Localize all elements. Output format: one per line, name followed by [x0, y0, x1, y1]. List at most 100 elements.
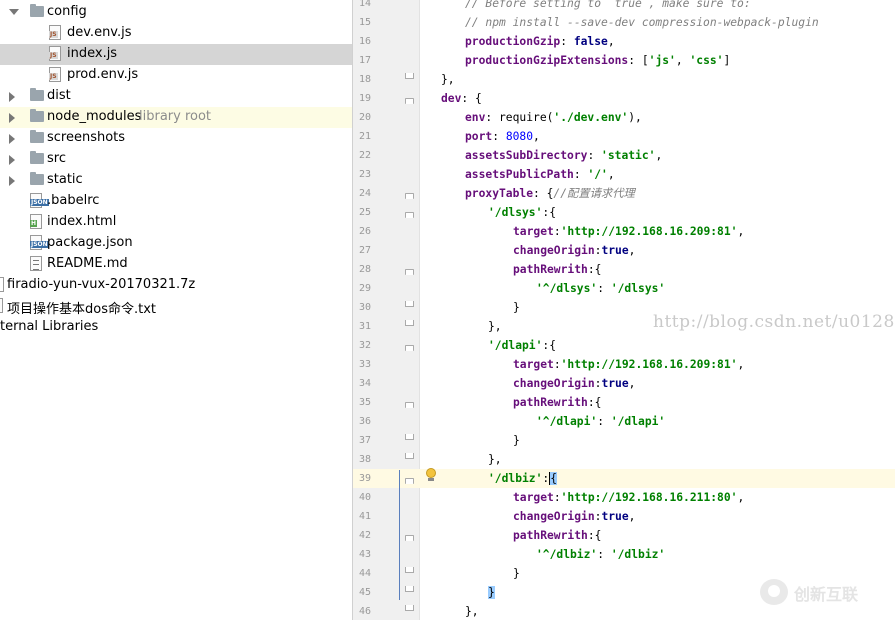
chevron-right-icon[interactable]	[9, 113, 15, 123]
js-file-icon: JS	[49, 25, 61, 40]
tree-item-firadio-yun-vux-20170321-7z[interactable]: firadio-yun-vux-20170321.7z	[0, 275, 352, 296]
tree-item-config[interactable]: config	[0, 2, 352, 23]
tree-item-index-js[interactable]: JS index.js	[0, 44, 352, 65]
fold-marker-icon[interactable]	[405, 453, 414, 459]
tree-item-label: screenshots	[47, 130, 126, 145]
md-file-icon	[30, 256, 42, 271]
line-number: 39	[353, 469, 371, 488]
chevron-right-icon[interactable]	[9, 134, 15, 144]
tree-item-static[interactable]: static	[0, 170, 352, 191]
code-text: // Before setting to `true`, make sure t…	[465, 0, 751, 10]
tree-item-label: dev.env.js	[67, 25, 132, 40]
code-line[interactable]: 43 '^/dlbiz': '/dlbiz'	[353, 545, 895, 564]
code-line[interactable]: 22 assetsSubDirectory: 'static',	[353, 146, 895, 165]
code-text: pathRewrith:{	[513, 396, 602, 409]
brand-logo-text: 创新互联	[794, 585, 859, 604]
code-line[interactable]: 38},	[353, 450, 895, 469]
txt-file-icon	[0, 298, 3, 313]
tree-item-label: package.json	[47, 235, 133, 250]
fold-marker-icon[interactable]	[405, 320, 414, 326]
fold-marker-icon[interactable]	[405, 478, 414, 484]
tree-item-package-json[interactable]: JSON package.json	[0, 233, 352, 254]
tree-item-index-html[interactable]: Hindex.html	[0, 212, 352, 233]
tree-item-prod-env-js[interactable]: JS prod.env.js	[0, 65, 352, 86]
code-line[interactable]: 20 env: require('./dev.env'),	[353, 108, 895, 127]
library-root-label: library root	[139, 109, 212, 124]
code-line[interactable]: 42 pathRewrith:{	[353, 526, 895, 545]
code-line[interactable]: 18},	[353, 70, 895, 89]
json-file-tag: JSON	[30, 199, 49, 206]
code-line[interactable]: 24 proxyTable: {//配置请求代理	[353, 184, 895, 203]
tree-item-dist[interactable]: dist	[0, 86, 352, 107]
code-line[interactable]: 15 // npm install --save-dev compression-…	[353, 13, 895, 32]
html-file-icon: H	[30, 214, 42, 229]
tree-item-screenshots[interactable]: screenshots	[0, 128, 352, 149]
tree-item-dos-txt[interactable]: 项目操作基本dos命令.txt	[0, 296, 352, 317]
code-line[interactable]: 14 // Before setting to `true`, make sure…	[353, 0, 895, 13]
code-text: },	[488, 453, 502, 466]
html-file-tag: H	[30, 220, 38, 227]
line-number: 20	[358, 112, 371, 123]
watermark-text: http://blog.csdn.net/u012878818	[653, 312, 895, 332]
fold-marker-icon[interactable]	[405, 586, 414, 592]
fold-marker-icon[interactable]	[405, 98, 414, 104]
fold-marker-icon[interactable]	[405, 402, 414, 408]
code-line[interactable]: 35 pathRewrith:{	[353, 393, 895, 412]
line-number: 16	[358, 36, 371, 47]
tree-item-readme-md[interactable]: README.md	[0, 254, 352, 275]
fold-marker-icon[interactable]	[405, 269, 414, 275]
code-text: '^/dlbiz': '/dlbiz'	[536, 548, 666, 561]
fold-marker-icon[interactable]	[405, 434, 414, 440]
tree-item-dev-env-js[interactable]: JS dev.env.js	[0, 23, 352, 44]
code-line[interactable]: 26 target:'http://192.168.16.209:81',	[353, 222, 895, 241]
code-line[interactable]: 19 dev: {	[353, 89, 895, 108]
code-line[interactable]: 25 '/dlsys':{	[353, 203, 895, 222]
js-file-icon: JS	[49, 67, 61, 82]
code-line[interactable]: 36 '^/dlapi': '/dlapi'	[353, 412, 895, 431]
fold-marker-icon[interactable]	[405, 605, 414, 611]
fold-marker-icon[interactable]	[405, 301, 414, 307]
code-text: productionGzip: false,	[465, 35, 615, 48]
code-text: }	[513, 301, 520, 314]
fold-marker-icon[interactable]	[405, 535, 414, 541]
code-line[interactable]: 17 productionGzipExtensions: ['js', 'css'…	[353, 51, 895, 70]
line-number: 37	[358, 435, 371, 446]
chevron-right-icon[interactable]	[9, 92, 15, 102]
lightbulb-icon[interactable]	[425, 468, 437, 482]
code-text: '/dlbiz':{	[488, 472, 558, 485]
tree-item-label: static	[47, 172, 83, 187]
fold-marker-icon[interactable]	[405, 73, 414, 79]
chevron-right-icon[interactable]	[9, 176, 15, 186]
tree-item-node-modules[interactable]: node_modules library root	[0, 107, 352, 128]
tree-item-src[interactable]: src	[0, 149, 352, 170]
tree-item-babelrc[interactable]: JSON .babelrc	[0, 191, 352, 212]
fold-marker-icon[interactable]	[405, 345, 414, 351]
chevron-down-icon[interactable]	[9, 9, 19, 15]
tree-item-label: prod.env.js	[67, 67, 139, 82]
fold-marker-icon[interactable]	[405, 212, 414, 218]
code-line[interactable]: 33 target:'http://192.168.16.209:81',	[353, 355, 895, 374]
code-line[interactable]: 16 productionGzip: false,	[353, 32, 895, 51]
tree-item-label: index.js	[67, 46, 118, 61]
code-line[interactable]: 28 pathRewrith:{	[353, 260, 895, 279]
code-line[interactable]: 27 changeOrigin:true,	[353, 241, 895, 260]
code-text: // npm install --save-dev compression-we…	[465, 16, 819, 29]
line-number: 28	[358, 264, 371, 275]
code-editor[interactable]: 14 // Before setting to `true`, make sure…	[353, 0, 895, 620]
code-line[interactable]: 23 assetsPublicPath: '/',	[353, 165, 895, 184]
fold-marker-icon[interactable]	[405, 567, 414, 573]
code-line[interactable]: 29 '^/dlsys': '/dlsys'	[353, 279, 895, 298]
line-number: 44	[358, 568, 371, 579]
tree-item-label: .babelrc	[47, 193, 100, 208]
fold-marker-icon[interactable]	[405, 193, 414, 199]
code-line[interactable]: 41 changeOrigin:true,	[353, 507, 895, 526]
code-line[interactable]: 40 target:'http://192.168.16.211:80',	[353, 488, 895, 507]
code-line[interactable]: 37}	[353, 431, 895, 450]
chevron-right-icon[interactable]	[9, 155, 15, 165]
code-line[interactable]: 21 port: 8080,	[353, 127, 895, 146]
brand-logo-icon	[760, 579, 788, 605]
code-text: },	[465, 605, 479, 618]
code-line[interactable]: 32 '/dlapi':{	[353, 336, 895, 355]
tree-item-ternal-libraries[interactable]: ternal Libraries	[0, 317, 352, 338]
code-line[interactable]: 34 changeOrigin:true,	[353, 374, 895, 393]
